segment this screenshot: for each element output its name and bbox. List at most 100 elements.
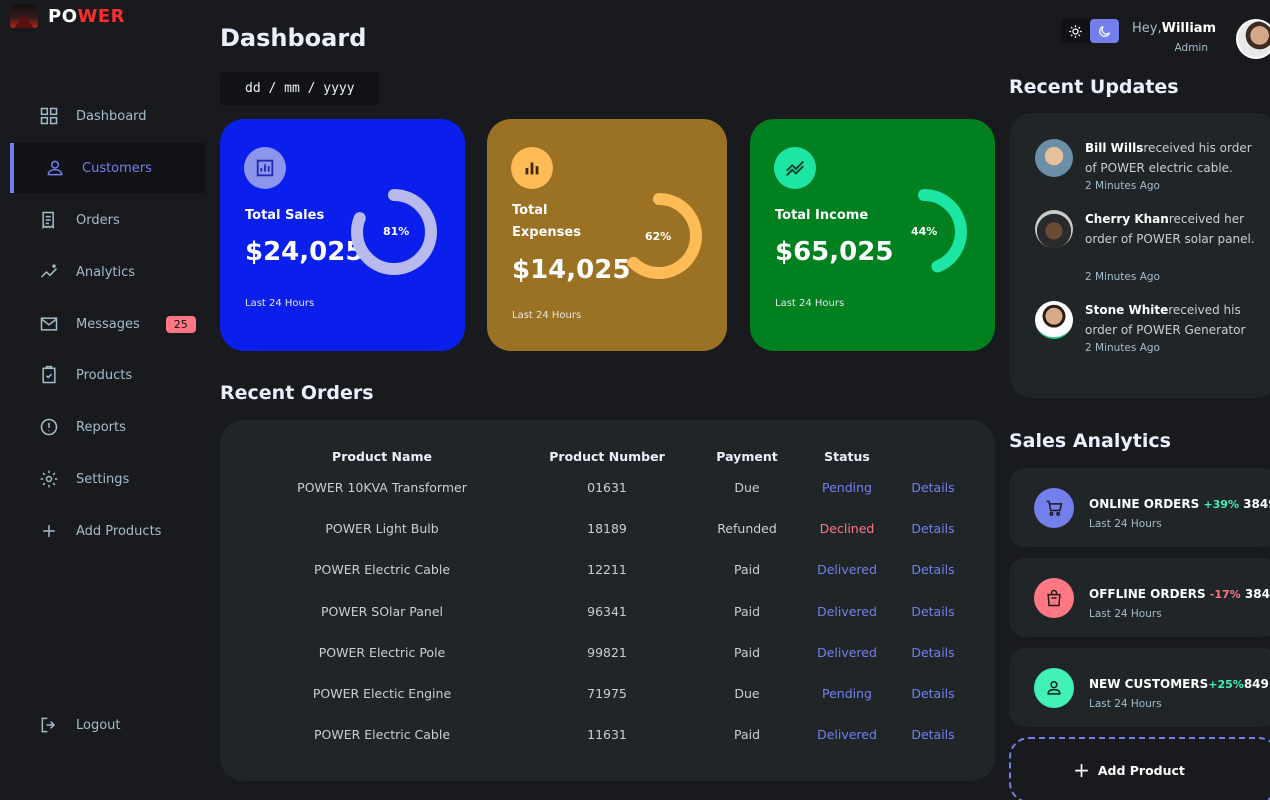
- avatar: [1035, 210, 1073, 248]
- status-cell: Delivered: [817, 603, 877, 619]
- add-product-label: Add Product: [1097, 762, 1185, 778]
- product-number-cell: 18189: [587, 521, 627, 537]
- stocks-icon: [774, 147, 816, 189]
- avatar[interactable]: [1236, 19, 1270, 59]
- page-title: Dashboard: [220, 24, 367, 52]
- analytics-icon: [244, 147, 286, 189]
- sidebar-item-label: Orders: [76, 212, 120, 228]
- product-number-cell: 96341: [587, 603, 627, 619]
- sa-subtitle: Last 24 Hours: [1089, 518, 1162, 530]
- card-footer: Last 24 Hours: [775, 298, 845, 309]
- sidebar-item-reports[interactable]: Reports: [10, 402, 206, 452]
- sidebar-item-label: Settings: [76, 471, 130, 487]
- details-link[interactable]: Details: [911, 727, 954, 742]
- grid-icon: [38, 105, 60, 127]
- card-label: Total Income: [775, 208, 869, 223]
- date-input[interactable]: dd / mm / yyyy: [220, 72, 379, 105]
- progress-percent: 62%: [645, 230, 672, 243]
- person-icon: [44, 157, 66, 179]
- total-income-card: Total Income $65,025 Last 24 Hours 44%: [750, 119, 995, 351]
- column-header: Payment: [716, 449, 778, 464]
- theme-toggle[interactable]: [1061, 19, 1120, 43]
- sidebar-item-dashboard[interactable]: Dashboard: [10, 91, 206, 141]
- product-name-cell: POWER Electic Engine: [312, 686, 452, 701]
- status-cell: Delivered: [817, 727, 877, 743]
- orders-table: Product Name Product Number Payment Stat…: [220, 420, 995, 781]
- sales-analytics-title: Sales Analytics: [1009, 430, 1171, 452]
- sidebar-item-label: Dashboard: [76, 108, 147, 124]
- avatar: [1035, 139, 1073, 177]
- update-text: Stone Whitereceived his order of POWER G…: [1085, 303, 1246, 337]
- sa-title: ONLINE ORDERS +39% 3849: [1089, 497, 1270, 511]
- card-footer: Last 24 Hours: [245, 298, 315, 309]
- user-greeting: Hey,William: [1132, 21, 1217, 36]
- details-link[interactable]: Details: [911, 686, 954, 701]
- payment-cell: Paid: [733, 562, 761, 578]
- details-link[interactable]: Details: [911, 562, 954, 577]
- sidebar-item-add-products[interactable]: Add Products: [10, 506, 206, 556]
- total-expenses-card: Total Expenses $14,025 Last 24 Hours 62%: [487, 119, 727, 351]
- person-icon: [1034, 668, 1074, 708]
- product-number-cell: 12211: [587, 562, 627, 578]
- payment-cell: Paid: [733, 644, 761, 660]
- sidebar-item-customers[interactable]: Customers: [10, 143, 206, 193]
- payment-cell: Refunded: [717, 521, 777, 537]
- sa-subtitle: Last 24 Hours: [1089, 698, 1162, 710]
- add-icon: +: [1073, 758, 1090, 782]
- offline-orders-item: OFFLINE ORDERS -17% 3849 Last 24 Hours: [1009, 558, 1270, 637]
- sidebar-item-messages[interactable]: Messages 25: [10, 299, 206, 349]
- details-link[interactable]: Details: [911, 480, 954, 495]
- sidebar-item-label: Customers: [82, 160, 152, 176]
- payment-cell: Paid: [733, 603, 761, 619]
- sa-title: OFFLINE ORDERS -17% 3849: [1089, 587, 1270, 601]
- product-number-cell: 11631: [587, 727, 627, 743]
- bag-icon: [1034, 578, 1074, 618]
- sun-icon[interactable]: [1061, 19, 1090, 43]
- column-header: Product Number: [549, 449, 665, 464]
- payment-cell: Paid: [733, 727, 761, 743]
- update-time: 2 Minutes Ago: [1085, 342, 1160, 354]
- details-link[interactable]: Details: [911, 645, 954, 660]
- online-orders-item: ONLINE ORDERS +39% 3849 Last 24 Hours: [1009, 468, 1270, 547]
- insights-icon: [38, 261, 60, 283]
- sidebar-item-logout[interactable]: Logout: [10, 700, 206, 750]
- sidebar-item-label: Add Products: [76, 523, 162, 539]
- user-role: Admin: [1174, 42, 1208, 54]
- mail-icon: [38, 313, 60, 335]
- add-icon: [38, 520, 60, 542]
- column-header: Product Name: [332, 449, 432, 464]
- update-text: Bill Willsreceived his order of POWER el…: [1085, 141, 1252, 175]
- details-link[interactable]: Details: [911, 604, 954, 619]
- sidebar-item-settings[interactable]: Settings: [10, 454, 206, 504]
- status-cell: Delivered: [817, 644, 877, 660]
- brand-logo[interactable]: POWER: [10, 4, 125, 28]
- status-cell: Pending: [822, 480, 872, 495]
- payment-cell: Due: [734, 686, 760, 701]
- moon-icon[interactable]: [1090, 19, 1119, 43]
- sa-title: NEW CUSTOMERS+25%849: [1089, 677, 1269, 691]
- sidebar-item-products[interactable]: Products: [10, 350, 206, 400]
- sa-subtitle: Last 24 Hours: [1089, 608, 1162, 620]
- messages-count-badge: 25: [165, 315, 196, 333]
- total-sales-card: Total Sales $24,025 Last 24 Hours 81%: [220, 119, 465, 351]
- updates-panel: Bill Willsreceived his order of POWER el…: [1009, 113, 1270, 398]
- inventory-icon: [38, 364, 60, 386]
- sidebar-item-label: Analytics: [76, 264, 136, 280]
- recent-orders-title: Recent Orders: [220, 382, 374, 404]
- report-icon: [38, 416, 60, 438]
- sidebar-item-orders[interactable]: Orders: [10, 195, 206, 245]
- details-link[interactable]: Details: [911, 521, 954, 536]
- add-product-button[interactable]: + Add Product: [1009, 737, 1270, 800]
- progress-percent: 81%: [383, 225, 410, 238]
- logo-image: [10, 4, 38, 28]
- update-text: Cherry Khanreceived her order of POWER s…: [1085, 212, 1255, 246]
- sidebar-item-label: Messages: [76, 316, 140, 332]
- product-name-cell: POWER Electric Pole: [318, 644, 446, 660]
- recent-updates-title: Recent Updates: [1009, 76, 1179, 98]
- logout-icon: [38, 714, 60, 736]
- product-number-cell: 71975: [587, 686, 627, 701]
- avatar: [1035, 301, 1073, 339]
- column-header: Status: [824, 449, 870, 464]
- sidebar-item-analytics[interactable]: Analytics: [10, 247, 206, 297]
- sidebar-item-label: Logout: [76, 717, 121, 733]
